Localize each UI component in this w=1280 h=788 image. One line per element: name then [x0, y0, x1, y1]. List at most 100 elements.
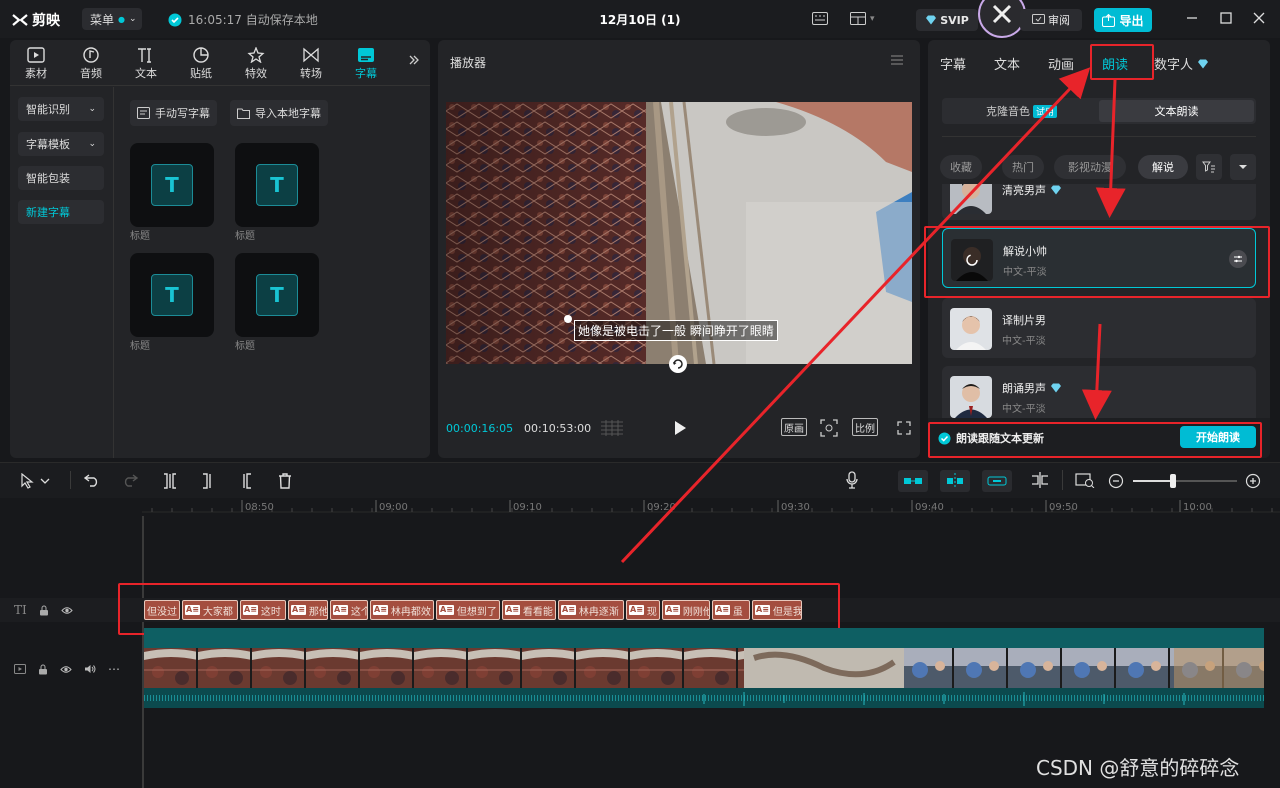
tab-digital-human[interactable]: 数字人 — [1154, 54, 1209, 73]
close-icon[interactable] — [1253, 12, 1265, 24]
filter-hot[interactable]: 热门 — [1002, 155, 1044, 179]
speaker-icon[interactable] — [84, 664, 96, 674]
video-clip-strip[interactable] — [144, 628, 1264, 708]
text-template-icon: T — [256, 274, 298, 316]
side-item-smart-pack[interactable]: 智能包装 — [18, 166, 104, 190]
fullscreen-icon[interactable] — [897, 421, 911, 435]
trim-right-icon[interactable] — [238, 473, 254, 489]
subtitle-template-item[interactable]: T 标题 — [235, 253, 319, 352]
preview-axis-icon[interactable] — [1030, 472, 1050, 488]
subtitle-track-header: TI — [14, 603, 73, 617]
tab-label: 数字人 — [1154, 58, 1194, 73]
zoom-fit-icon[interactable] — [1075, 472, 1095, 488]
manual-subtitle-button[interactable]: 手动写字幕 — [130, 100, 217, 126]
svip-button[interactable]: SVIP — [916, 9, 978, 31]
template-thumbnail: T — [130, 143, 214, 227]
voice-card[interactable]: 清亮男声 — [942, 184, 1256, 220]
more-tabs-icon[interactable] — [408, 54, 420, 66]
subtitle-overlay[interactable]: 她像是被电击了一般 瞬间睁开了眼睛 — [574, 320, 778, 341]
ratio-button[interactable]: 比例 — [852, 418, 878, 436]
tab-audio[interactable]: 音频 — [67, 44, 115, 84]
video-track-icon — [14, 664, 26, 674]
tab-media[interactable]: 素材 — [12, 44, 60, 84]
lock-icon[interactable] — [38, 664, 48, 675]
redo-icon[interactable] — [122, 473, 138, 487]
check-circle-icon — [168, 13, 182, 26]
subtitle-template-item[interactable]: T 标题 — [130, 143, 214, 242]
floating-badge-icon[interactable] — [978, 0, 1026, 38]
linkage-icon[interactable] — [982, 470, 1012, 492]
voice-card[interactable]: 译制片男 中文-平淡 — [942, 298, 1256, 358]
auto-snap-icon[interactable] — [940, 470, 970, 492]
highlight-box-read-tab — [1090, 44, 1154, 80]
tab-transition[interactable]: 转场 — [287, 44, 335, 84]
sort-filter-button[interactable] — [1196, 154, 1222, 180]
timeline-view-icon[interactable] — [600, 420, 624, 436]
zoom-slider-handle[interactable] — [1170, 474, 1176, 488]
tab-subtitle[interactable]: 字幕 — [342, 44, 390, 84]
ruler-tick-label: 09:50 — [1049, 502, 1078, 513]
main-track-magnet-icon[interactable] — [898, 470, 928, 492]
side-item-label: 智能包装 — [26, 172, 70, 185]
tab-animation[interactable]: 动画 — [1048, 54, 1074, 73]
voice-list: 清亮男声 解说小帅 中文-平淡 译制片男 中文-平淡 朗诵男声 中文-平淡 — [928, 184, 1270, 418]
split-icon[interactable] — [162, 473, 178, 489]
tab-sticker[interactable]: 贴纸 — [177, 44, 225, 84]
expand-filters-button[interactable] — [1230, 154, 1256, 180]
fit-screen-icon[interactable] — [820, 419, 838, 437]
zoom-slider-fill — [1133, 480, 1173, 482]
review-button[interactable]: 审阅 — [1020, 9, 1082, 31]
eye-icon[interactable] — [61, 606, 73, 615]
layout-button[interactable]: ▾ — [850, 12, 875, 25]
export-button[interactable]: 导出 — [1094, 8, 1152, 32]
template-thumbnail: T — [130, 253, 214, 337]
timeline-ruler[interactable]: 08:50 09:00 09:10 09:20 09:30 09:40 09:5… — [142, 498, 1280, 516]
ruler-tick-label: 09:40 — [915, 502, 944, 513]
eye-icon[interactable] — [60, 665, 72, 674]
lock-icon[interactable] — [39, 605, 49, 616]
resize-handle-icon[interactable] — [564, 315, 572, 323]
minimize-icon[interactable] — [1186, 12, 1198, 24]
tab-subtitle-props[interactable]: 字幕 — [940, 54, 966, 73]
tab-label: 转场 — [300, 67, 322, 80]
subtitle-template-item[interactable]: T 标题 — [130, 253, 214, 352]
side-item-smart-recognition[interactable]: 智能识别 ⌄ — [18, 97, 104, 121]
player-menu-icon[interactable] — [890, 54, 904, 66]
ruler-tick-label: 09:00 — [379, 502, 408, 513]
maximize-icon[interactable] — [1220, 12, 1232, 24]
tab-text[interactable]: 文本 — [122, 44, 170, 84]
voice-style: 中文-平淡 — [1002, 336, 1046, 347]
video-track-header: ⋯ — [14, 662, 120, 676]
tab-text-props[interactable]: 文本 — [994, 54, 1020, 73]
filter-commentary[interactable]: 解说 — [1138, 155, 1188, 179]
original-quality-button[interactable]: 原画 — [781, 418, 807, 436]
voice-card[interactable]: 朗诵男声 中文-平淡 — [942, 366, 1256, 418]
subtitle-template-item[interactable]: T 标题 — [235, 143, 319, 242]
side-item-subtitle-template[interactable]: 字幕模板 ⌄ — [18, 132, 104, 156]
filter-film-anime[interactable]: 影视动漫 — [1054, 155, 1126, 179]
keyboard-icon[interactable] — [812, 12, 828, 25]
zoom-out-icon[interactable] — [1108, 473, 1124, 489]
filter-favorites[interactable]: 收藏 — [940, 155, 982, 179]
text-read-button[interactable]: 文本朗读 — [1099, 100, 1254, 122]
menu-button[interactable]: 菜单 ● ⌄ — [82, 8, 142, 30]
side-item-new-subtitle[interactable]: 新建字幕 — [18, 200, 104, 224]
trim-left-icon[interactable] — [200, 473, 216, 489]
voice-style: 中文-平淡 — [1002, 404, 1046, 415]
more-options-icon[interactable]: ⋯ — [108, 662, 120, 676]
layout-icon — [850, 12, 866, 25]
undo-icon[interactable] — [84, 473, 100, 487]
tab-effects[interactable]: 特效 — [232, 44, 280, 84]
diamond-icon — [926, 15, 937, 25]
select-tool[interactable] — [20, 473, 50, 489]
zoom-in-icon[interactable] — [1245, 473, 1261, 489]
clone-voice-button[interactable]: 克隆音色 试用 — [944, 100, 1099, 122]
import-subtitle-button[interactable]: 导入本地字幕 — [230, 100, 328, 126]
chevron-down-icon: ⌄ — [88, 139, 96, 149]
rotate-icon[interactable] — [669, 355, 687, 373]
play-button[interactable] — [673, 420, 687, 436]
microphone-icon[interactable] — [846, 471, 858, 489]
delete-icon[interactable] — [278, 473, 292, 489]
video-preview[interactable]: 她像是被电击了一般 瞬间睁开了眼睛 — [446, 102, 912, 364]
properties-panel: 字幕 文本 动画 朗读 数字人 克隆音色 试用 文本朗读 收藏 热门 影视动漫 … — [924, 40, 1270, 458]
